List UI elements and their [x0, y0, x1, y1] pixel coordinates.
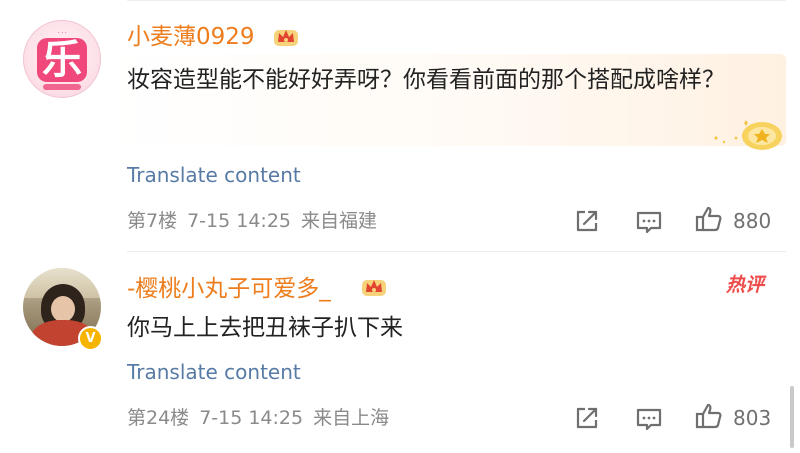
username[interactable]: -樱桃小丸子可爱多_	[127, 274, 331, 304]
scrollbar[interactable]	[790, 386, 794, 448]
comment-meta: 第24楼 7-15 14:25 来自上海	[127, 404, 399, 432]
floor-number: 第24楼	[127, 407, 190, 429]
verified-badge-icon: V	[78, 326, 103, 351]
thumbs-up-icon[interactable]	[694, 401, 724, 431]
comment-icon[interactable]	[634, 404, 664, 434]
comment-list: · · · 乐 小麦薄0929 妆容造型能不能好好弄呀？你看看前面的那个搭配成啥…	[0, 0, 800, 453]
crown-icon	[362, 280, 386, 296]
comment-text: 你马上上去把丑袜子扒下来	[127, 315, 403, 341]
hot-comment-tag: 热评	[726, 274, 765, 296]
translate-link[interactable]: Translate content	[127, 358, 301, 386]
share-icon[interactable]	[572, 403, 602, 433]
comment-date: 7-15 14:25	[199, 407, 304, 429]
comment-item: V -樱桃小丸子可爱多_ 热评 你马上上去把丑袜子扒下来 Translate c…	[0, 0, 800, 453]
comment-location: 来自上海	[313, 407, 390, 429]
avatar-photo-face	[51, 296, 75, 322]
like-count: 803	[733, 406, 772, 430]
